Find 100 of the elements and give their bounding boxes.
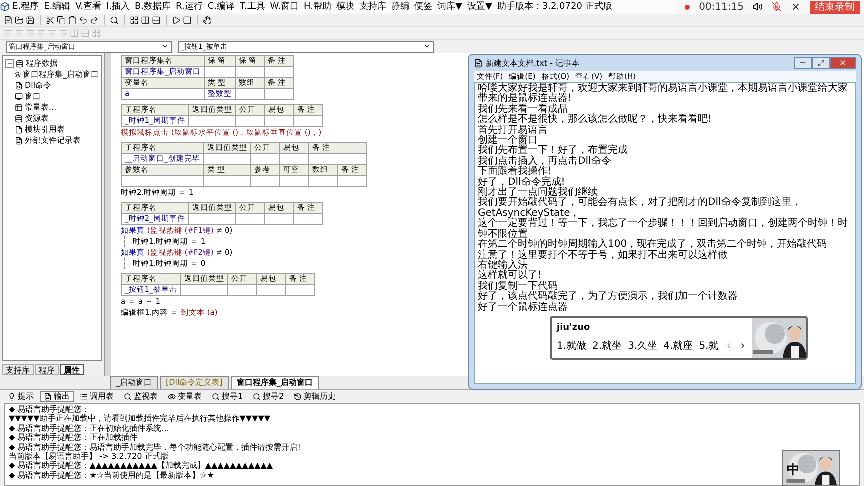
tree-item[interactable]: 窗口 [25, 91, 41, 102]
output-line: ◆ 易语言助手提醒您：易语言助手加载完毕，每个功能随心配置，插件请按需开启! [9, 442, 301, 452]
table-cell [294, 214, 324, 225]
tree-node-icon [15, 114, 23, 122]
tree-item[interactable]: Dll命令 [25, 80, 52, 91]
menu-item[interactable]: V.查看 [73, 1, 104, 13]
output-tab[interactable]: 提示 [4, 391, 38, 402]
tree-item[interactable]: 程序数据 [26, 58, 58, 69]
panel-tab[interactable]: 程序 [35, 364, 59, 375]
table-cell [228, 285, 258, 296]
text-line: 首先打开易语言 [478, 126, 549, 136]
close-icon [839, 59, 847, 67]
editor-tab[interactable]: [Dll命令定义表] [160, 376, 229, 389]
tab-icon [8, 392, 16, 400]
text-line: 在第二个时钟的时钟周期输入100，现在完成了，双击第二个时钟，开始敲代码 [478, 240, 828, 250]
table-cell [236, 67, 265, 78]
close-icon[interactable] [791, 2, 801, 12]
minimize-button[interactable] [794, 57, 812, 69]
columns-icon[interactable] [141, 16, 150, 24]
menu-item[interactable]: B.数据库 [132, 1, 174, 13]
ime-widget[interactable]: 中 [782, 450, 840, 486]
menu-item[interactable]: E.程序 [10, 1, 42, 13]
run-icon[interactable] [172, 16, 181, 24]
menu-item[interactable]: 便签 [412, 1, 436, 13]
cut-icon[interactable] [46, 16, 55, 24]
expander-icon[interactable] [5, 59, 14, 68]
recording-dot [685, 4, 690, 10]
speaker-icon[interactable] [753, 2, 763, 12]
panel-tab[interactable]: 支持库 [2, 364, 34, 375]
menu-item[interactable]: H.帮助 [302, 1, 334, 13]
tree-item[interactable]: 模块引用表 [25, 124, 65, 135]
ime-candidate[interactable]: 5.就 [699, 338, 719, 353]
output-tab[interactable]: 调用表 [76, 391, 118, 402]
menu-item[interactable]: T.工具 [238, 1, 268, 13]
tab-icon [253, 392, 262, 400]
menu-item[interactable]: W.窗口 [268, 1, 302, 13]
text-line: 好了，该点代码敲完了，为了方便演示，我们加一个计数器 [478, 292, 739, 302]
tab-icon [80, 392, 88, 400]
table-cell [286, 285, 316, 296]
mic-muted-icon[interactable] [772, 2, 782, 12]
tree-node-icon [15, 136, 23, 144]
search-icon[interactable] [110, 16, 119, 24]
copy-icon[interactable] [57, 16, 66, 24]
tab-icon [124, 392, 132, 400]
undo-icon[interactable] [79, 16, 88, 24]
panel-tab[interactable]: 属性 [60, 364, 84, 375]
tree-item[interactable]: 常量表... [25, 102, 57, 113]
menu-item[interactable]: 静编 [389, 1, 412, 13]
table-cell [265, 214, 294, 225]
new-file-icon[interactable] [4, 16, 13, 24]
editor-tab[interactable]: _启动窗口 [110, 376, 158, 389]
table-cell [280, 154, 310, 165]
text-line: 注意了！这里要打个不等于号，如果打不出来可以这样做 [478, 250, 729, 260]
menu-item[interactable]: C.编译 [205, 1, 238, 13]
tree-node-icon [15, 82, 23, 90]
rows-icon[interactable] [152, 16, 161, 24]
menu-item[interactable]: R.运行 [174, 1, 206, 13]
output-tab[interactable]: 监视表 [120, 391, 162, 402]
menu-item[interactable]: I.插入 [104, 1, 132, 13]
table-cell [236, 116, 266, 127]
save-icon[interactable] [26, 16, 35, 24]
grid-icon[interactable] [130, 16, 139, 24]
app-icon[interactable] [0, 2, 10, 12]
ime-candidate[interactable]: 4.就座 [664, 338, 694, 353]
ime-mode-label: 中 [787, 462, 800, 479]
hand-icon[interactable] [203, 16, 212, 24]
table-cell [251, 154, 280, 165]
menu-item[interactable]: 设置▼ [464, 1, 495, 13]
output-tab[interactable]: 搜寻2 [249, 391, 288, 402]
open-folder-icon[interactable] [15, 16, 24, 24]
text-line: 我们先布置一下！好了，布置完成 [478, 146, 629, 156]
tab-icon [168, 392, 176, 400]
maximize-button[interactable] [812, 57, 830, 69]
tree-item[interactable]: 资源表 [25, 113, 49, 124]
ime-candidate[interactable]: 3.久坐 [628, 338, 658, 353]
window-title: 新建文本文档.txt - 记事本 [486, 58, 580, 68]
output-tab[interactable]: 输出 [40, 391, 74, 402]
version-label: 助手版本：3.2.0720 正式版 [496, 1, 614, 13]
text-line: 这个一定要背过！等一下，我忘了一个步骤！！！回到启动窗口，创建两个时钟！时钟不限位置 [478, 219, 849, 240]
menu-item[interactable]: 支持库 [357, 1, 390, 13]
menu-item[interactable]: 模块 [334, 1, 358, 13]
paste-icon[interactable] [68, 16, 77, 24]
menu-item[interactable]: 词库▼ [435, 1, 465, 13]
table-cell [181, 285, 228, 296]
tree-item[interactable]: 窗口程序集_启动窗口 [23, 69, 99, 80]
output-tab[interactable]: 搜寻1 [208, 391, 248, 402]
editor-tab[interactable]: 窗口程序集_启动窗口 [230, 376, 319, 389]
ime-candidate[interactable]: 2.就坐 [592, 338, 622, 353]
stop-recording-button[interactable]: 结束录制 [810, 0, 860, 14]
redo-icon[interactable] [90, 16, 99, 24]
output-tab[interactable]: 变量表 [164, 391, 206, 402]
output-line: 当前版本【易语言助手】 -> 3.2.720 正式版 [9, 452, 169, 462]
menu-item[interactable]: E.编辑 [42, 1, 74, 13]
tree-item[interactable]: 外部文件记录表 [25, 135, 81, 146]
output-tab[interactable]: 剪辑历史 [290, 391, 340, 402]
notepad-icon [474, 58, 483, 68]
table-cell [309, 176, 338, 187]
table-cell [309, 154, 368, 165]
stop-icon[interactable] [183, 16, 192, 24]
ime-candidate[interactable]: 1.就做 [557, 338, 587, 353]
